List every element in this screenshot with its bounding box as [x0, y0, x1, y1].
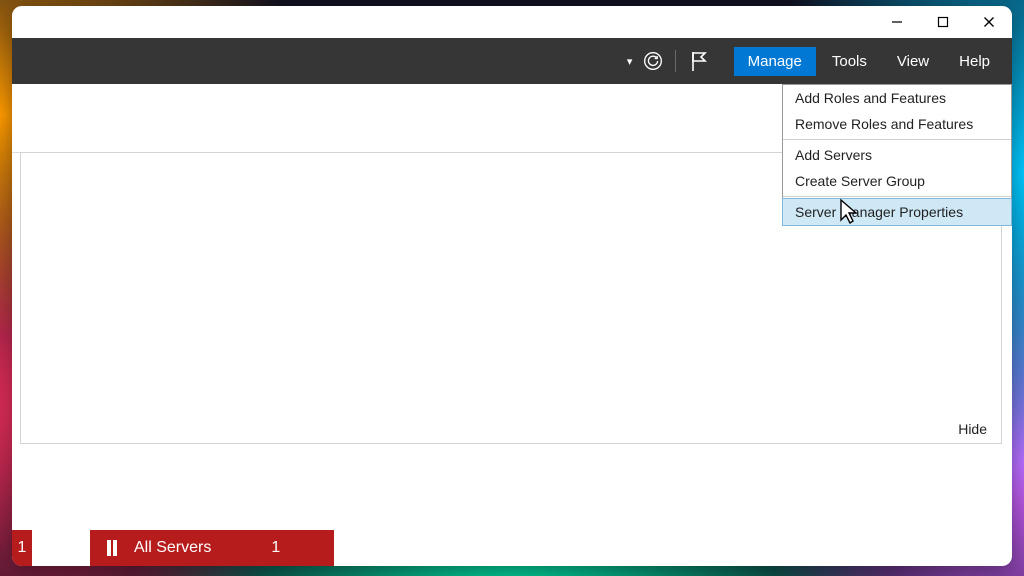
menubar: ▾ Manage Tools View Help [12, 38, 1012, 84]
close-button[interactable] [966, 6, 1012, 38]
menu-create-group[interactable]: Create Server Group [783, 168, 1011, 194]
server-manager-window: ▾ Manage Tools View Help Add Roles and F… [12, 6, 1012, 566]
titlebar [12, 6, 1012, 38]
menu-manage[interactable]: Manage [734, 47, 816, 76]
maximize-button[interactable] [920, 6, 966, 38]
breadcrumb-caret-icon[interactable]: ▾ [623, 55, 637, 68]
refresh-icon[interactable] [639, 47, 667, 75]
tile-count: 1 [18, 539, 27, 557]
notifications-flag-icon[interactable] [684, 47, 712, 75]
servers-icon [104, 539, 122, 557]
tile-count: 1 [271, 539, 280, 557]
manage-dropdown: Add Roles and Features Remove Roles and … [782, 84, 1012, 226]
toolbar-separator [675, 50, 676, 72]
dropdown-separator [783, 139, 1011, 140]
menu-remove-roles[interactable]: Remove Roles and Features [783, 111, 1011, 137]
menu-view[interactable]: View [883, 47, 943, 76]
dropdown-separator [783, 196, 1011, 197]
menu-add-roles[interactable]: Add Roles and Features [783, 85, 1011, 111]
tile-all-servers[interactable]: All Servers 1 [90, 530, 334, 566]
menu-server-manager-properties[interactable]: Server Manager Properties [782, 198, 1012, 226]
tile-fragment[interactable]: 1 [12, 530, 32, 566]
menu-help[interactable]: Help [945, 47, 1004, 76]
minimize-button[interactable] [874, 6, 920, 38]
tile-gap [32, 530, 90, 566]
menu-add-servers[interactable]: Add Servers [783, 142, 1011, 168]
menu-tools[interactable]: Tools [818, 47, 881, 76]
tile-label: All Servers [134, 539, 211, 557]
role-tiles-row: 1 All Servers 1 [12, 530, 334, 566]
hide-link[interactable]: Hide [958, 421, 987, 437]
